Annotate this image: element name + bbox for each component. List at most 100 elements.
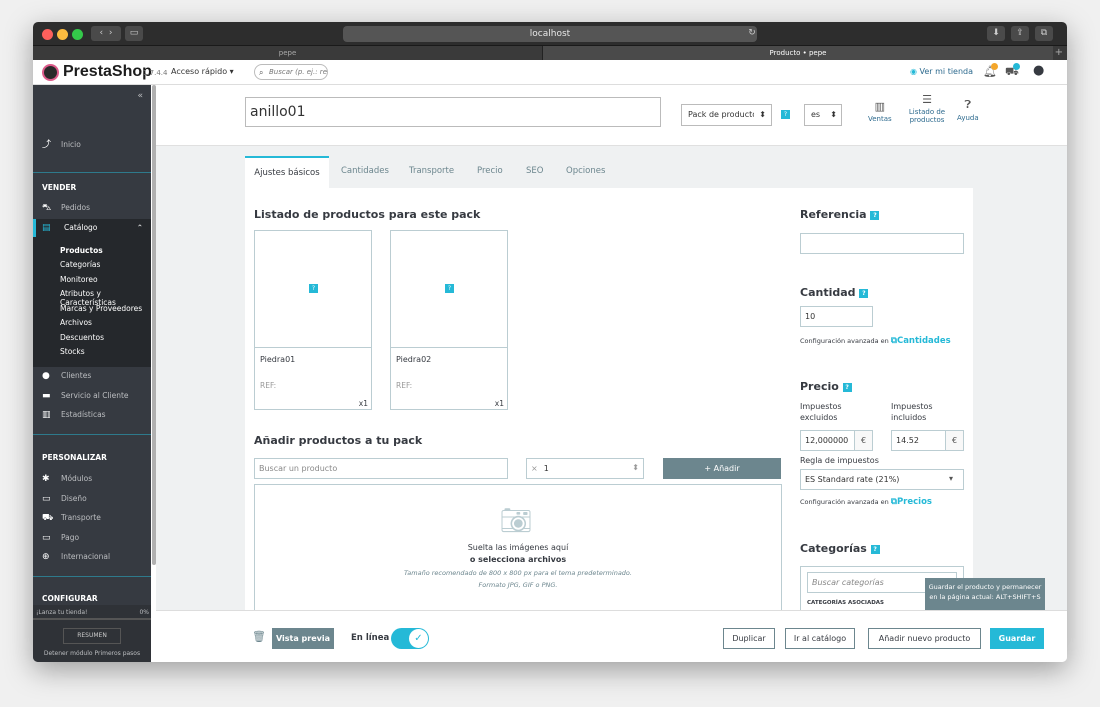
share-icon[interactable]: ⇪: [1011, 26, 1029, 41]
tab-pricing[interactable]: Precio: [477, 156, 503, 188]
price-tax-excl-input[interactable]: 12,000000: [800, 430, 855, 451]
online-toggle[interactable]: ✓: [391, 628, 429, 649]
prestashop-logo-icon: [42, 64, 59, 81]
trash-icon[interactable]: 🗑︎: [252, 630, 266, 643]
tabs-overview-icon[interactable]: ⧉: [1035, 26, 1053, 41]
select-arrows-icon: ⬍: [759, 110, 766, 119]
sidebar-item-design[interactable]: ▭ Diseño: [33, 490, 151, 508]
stepper-icon[interactable]: ⬍: [632, 463, 639, 472]
prices-link-label: Precios: [896, 497, 932, 507]
product-toolbar: anillo01 Pack de producto ⬍ ? es ⬍ ▥ Vent…: [156, 85, 1067, 146]
browser-tab-2[interactable]: Producto • pepe: [543, 46, 1053, 60]
sidebar-toggle-icon[interactable]: ▭: [125, 26, 143, 41]
sidebar-item-home[interactable]: ⤴ Inicio: [33, 136, 151, 154]
help-icon[interactable]: ?: [859, 288, 869, 298]
tab-shipping[interactable]: Transporte: [409, 156, 454, 188]
sidebar-item-shipping[interactable]: ⛟ Transporte: [33, 509, 151, 527]
add-new-product-button[interactable]: Añadir nuevo producto: [868, 628, 981, 649]
sidebar-sub-categories[interactable]: Categorías: [60, 260, 100, 269]
help-icon[interactable]: ?: [870, 210, 880, 220]
pack-product-search-input[interactable]: Buscar un producto: [254, 458, 508, 479]
sales-button[interactable]: ▥ Ventas: [868, 100, 892, 123]
quantity-title: Cantidad ?: [800, 286, 869, 299]
sidebar-item-label: Pago: [61, 533, 80, 542]
duplicate-button[interactable]: Duplicar: [723, 628, 775, 649]
clear-icon[interactable]: ×: [531, 464, 538, 473]
view-store-link[interactable]: ◉ Ver mi tienda: [910, 67, 973, 76]
sidebar-sub-brands[interactable]: Marcas y Proveedores: [60, 304, 142, 313]
resume-button[interactable]: RESUMEN: [63, 628, 121, 644]
save-button[interactable]: Guardar: [990, 628, 1044, 649]
quantities-link[interactable]: ⧉Cantidades: [891, 336, 951, 346]
reference-input[interactable]: [800, 233, 964, 254]
product-form: Ajustes básicos Cantidades Transporte Pr…: [156, 146, 1067, 610]
pack-item-qty: x1: [494, 399, 504, 408]
product-name-input[interactable]: anillo01: [245, 97, 661, 127]
pack-quantity-input[interactable]: × 1 ⬍: [526, 458, 644, 479]
sidebar-item-orders[interactable]: ⛍ Pedidos: [33, 199, 151, 217]
help-button[interactable]: ❓︎ Ayuda: [957, 98, 979, 122]
sidebar-item-label: Internacional: [61, 552, 111, 561]
sales-label: Ventas: [868, 115, 892, 123]
select-files-link[interactable]: o selecciona archivos: [255, 555, 781, 564]
minimize-window-button[interactable]: [57, 29, 68, 40]
stop-onboarding-link[interactable]: Detener módulo Primeros pasos: [33, 650, 151, 657]
download-icon[interactable]: ⬇: [987, 26, 1005, 41]
dropzone-format-hint: Formato JPG, GIF o PNG.: [478, 581, 558, 589]
preview-button[interactable]: Vista previa: [272, 628, 334, 649]
quantity-input[interactable]: 10: [800, 306, 873, 327]
sidebar-item-modules[interactable]: ✱ Módulos: [33, 470, 151, 488]
sidebar-item-customer-service[interactable]: ▬ Servicio al Cliente: [33, 387, 151, 405]
associated-categories-label: CATEGORÍAS ASOCIADAS: [807, 600, 884, 606]
browser-tab-1[interactable]: pepe: [33, 46, 543, 60]
close-window-button[interactable]: [42, 29, 53, 40]
new-tab-icon[interactable]: +: [1055, 46, 1063, 60]
sidebar-item-stats[interactable]: ▥ Estadísticas: [33, 406, 151, 424]
reload-icon[interactable]: ↻: [747, 26, 757, 41]
price-tax-incl-value: 14.52: [896, 436, 919, 445]
tax-rule-select[interactable]: ES Standard rate (21%) ▾: [800, 469, 964, 490]
categories-title: Categorías ?: [800, 542, 880, 555]
pack-item-card[interactable]: ? Piedra02 REF: x1: [390, 230, 508, 410]
sidebar-sub-files[interactable]: Archivos: [60, 318, 92, 327]
zoom-window-button[interactable]: [72, 29, 83, 40]
tab-seo[interactable]: SEO: [526, 156, 543, 188]
sidebar-item-payment[interactable]: ▭ Pago: [33, 529, 151, 547]
go-to-catalog-button[interactable]: Ir al catálogo: [785, 628, 855, 649]
sidebar-sub-products[interactable]: Productos: [60, 246, 103, 255]
product-list-button[interactable]: ☰ Listado de productos: [901, 93, 953, 124]
tab-quantities[interactable]: Cantidades: [341, 156, 389, 188]
collapse-sidebar-icon[interactable]: «: [137, 91, 143, 101]
help-icon[interactable]: ?: [870, 544, 880, 554]
monitor-icon: ▭: [42, 494, 51, 504]
sidebar-item-label: Pedidos: [61, 203, 90, 212]
image-dropzone[interactable]: 📷︎ Suelta las imágenes aquí o selecciona…: [254, 484, 782, 610]
price-title: Precio ?: [800, 380, 852, 393]
puzzle-icon: ✱: [42, 474, 50, 484]
back-forward-buttons[interactable]: ‹ ›: [91, 26, 121, 41]
globe-icon: ⊕: [42, 552, 50, 562]
pack-item-card[interactable]: ? Piedra01 REF: x1: [254, 230, 372, 410]
sidebar-item-catalog[interactable]: ▤ Catálogo ⌃: [33, 219, 151, 237]
product-type-select[interactable]: Pack de producto ⬍: [681, 104, 772, 126]
adv-config-quantities: Configuración avanzada en ⧉Cantidades: [800, 336, 951, 346]
url-bar[interactable]: localhost: [343, 26, 757, 42]
tab-basic-settings[interactable]: Ajustes básicos: [245, 156, 329, 188]
pack-list-title: Listado de productos para este pack: [254, 208, 481, 221]
tab-options[interactable]: Opciones: [566, 156, 605, 188]
sidebar-item-international[interactable]: ⊕ Internacional: [33, 548, 151, 566]
sidebar-sub-monitoring[interactable]: Monitoreo: [60, 275, 98, 284]
help-icon[interactable]: ?: [842, 382, 852, 392]
price-tax-incl-input[interactable]: 14.52: [891, 430, 946, 451]
user-account-icon[interactable]: ●: [1033, 63, 1044, 78]
sidebar-item-customers[interactable]: ● Clientes: [33, 367, 151, 385]
help-icon[interactable]: ?: [781, 110, 790, 119]
sidebar-item-label: Clientes: [61, 371, 92, 380]
sidebar-sub-stocks[interactable]: Stocks: [60, 347, 85, 356]
header-search-input[interactable]: ⌕ Buscar (p. ej.: re: [254, 64, 328, 80]
sidebar-sub-discounts[interactable]: Descuentos: [60, 333, 104, 342]
prices-link[interactable]: ⧉Precios: [891, 497, 932, 507]
add-product-button[interactable]: + Añadir: [663, 458, 781, 479]
quick-access-menu[interactable]: Acceso rápido ▾: [171, 67, 234, 76]
language-select[interactable]: es ⬍: [804, 104, 842, 126]
